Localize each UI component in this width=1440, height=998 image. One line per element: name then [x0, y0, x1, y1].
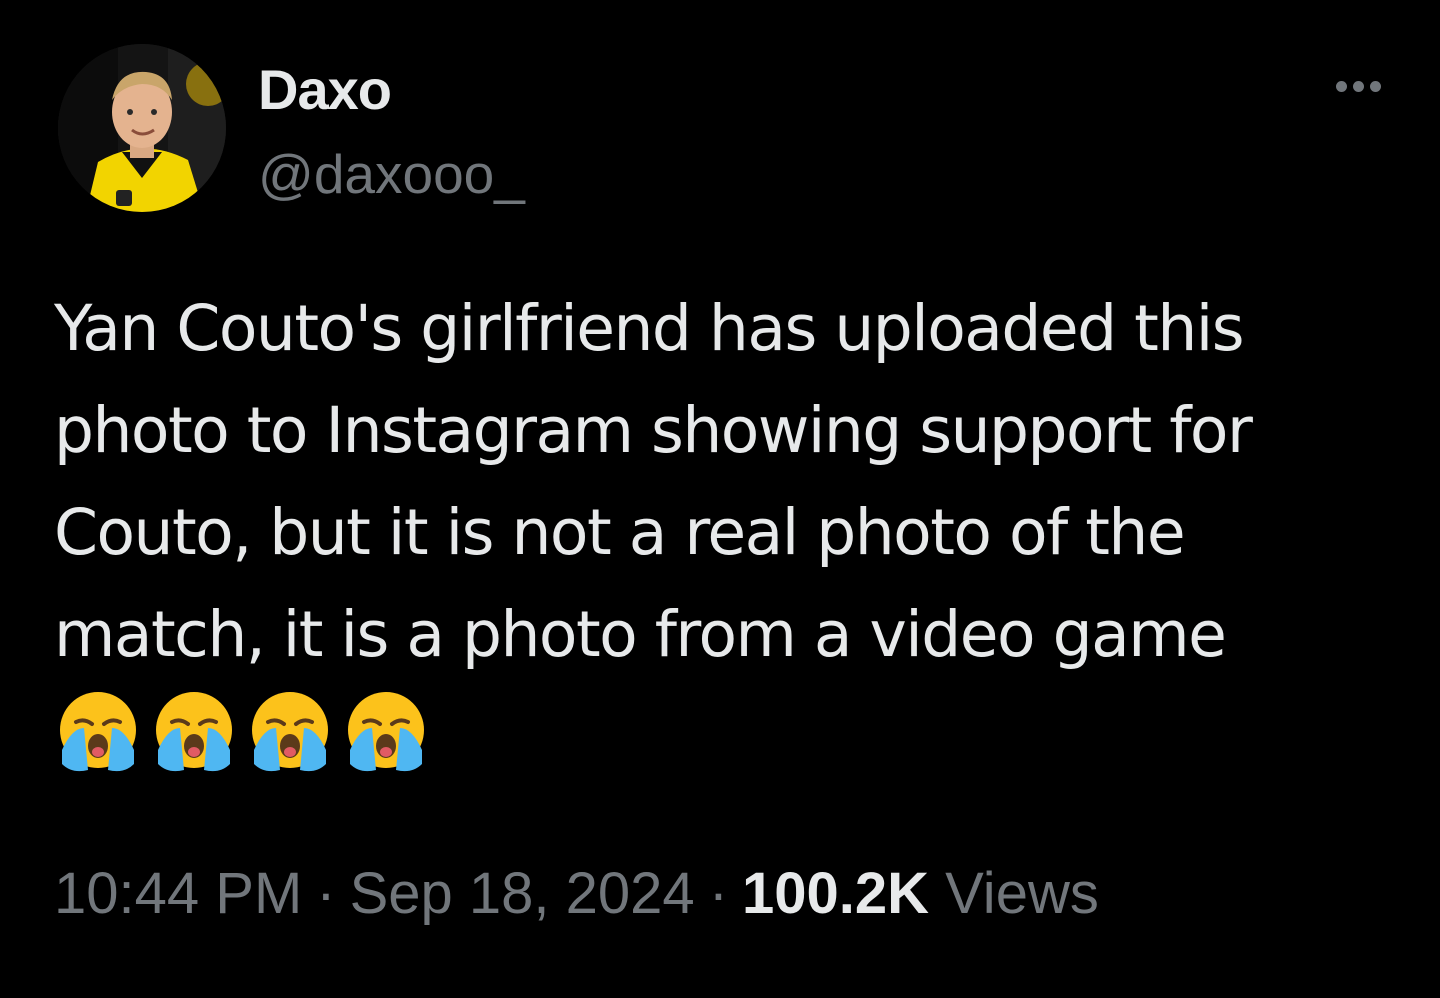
avatar[interactable] — [58, 44, 226, 212]
more-horizontal-icon — [1335, 80, 1347, 92]
author-handle[interactable]: @daxooo_ — [258, 142, 525, 206]
views-count: 100.2K — [742, 861, 930, 926]
avatar-image — [58, 44, 226, 212]
loudly-crying-face-icon — [60, 692, 136, 772]
separator: · — [708, 861, 729, 926]
tweet-text: Yan Couto's girlfriend has uploaded this… — [54, 292, 1253, 671]
tweet-metadata: 10:44 PM · Sep 18, 2024 · 100.2K Views — [54, 858, 1099, 930]
more-options-button[interactable] — [1318, 64, 1398, 108]
tweet: Daxo @daxooo_ Yan Couto's girlfriend has… — [0, 0, 1440, 998]
separator: · — [316, 861, 336, 926]
loudly-crying-face-icon — [252, 692, 328, 772]
more-horizontal-icon — [1369, 80, 1381, 92]
loudly-crying-face-icon — [156, 692, 232, 772]
more-horizontal-icon — [1352, 80, 1364, 92]
tweet-date[interactable]: Sep 18, 2024 — [350, 861, 695, 926]
tweet-time[interactable]: 10:44 PM — [54, 861, 302, 926]
author-display-name[interactable]: Daxo — [258, 58, 392, 122]
emoji-row — [54, 688, 430, 778]
loudly-crying-face-icon — [348, 692, 424, 772]
views-label: Views — [945, 861, 1099, 926]
